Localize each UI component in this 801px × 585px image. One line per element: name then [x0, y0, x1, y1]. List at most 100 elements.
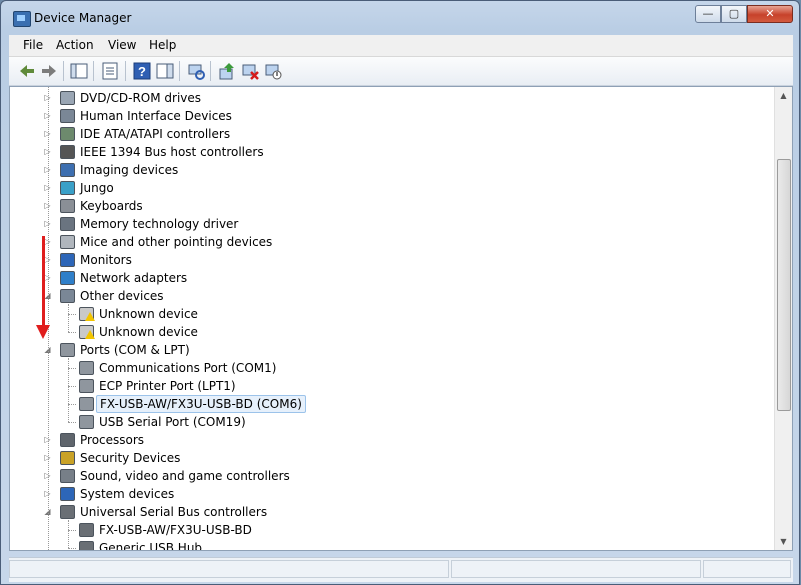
tree-item-label: Other devices [80, 289, 164, 303]
scroll-up-icon[interactable]: ▲ [776, 87, 791, 104]
memory-icon [60, 217, 75, 231]
toolbar: ? [9, 57, 793, 86]
scan-hardware-icon[interactable] [186, 61, 206, 81]
usb-icon [60, 505, 75, 519]
tree-item-label: Imaging devices [80, 163, 179, 177]
close-button[interactable]: ✕ [747, 5, 793, 23]
action-pane-icon[interactable] [155, 61, 175, 81]
tree-connector [48, 87, 49, 550]
tree-item-label: Human Interface Devices [80, 109, 232, 123]
port-icon [79, 415, 94, 429]
device-manager-window: Device Manager — ▢ ✕ File Action View He… [0, 0, 800, 585]
tree-connector [68, 520, 69, 548]
port-icon [79, 397, 94, 411]
vertical-scrollbar[interactable]: ▲ ▼ [774, 87, 792, 550]
update-driver-icon[interactable] [217, 61, 237, 81]
processor-icon [60, 433, 75, 447]
dvd-drive-icon [60, 91, 75, 105]
tree-item-label: System devices [80, 487, 175, 501]
uninstall-icon[interactable] [240, 61, 260, 81]
tree-connector [68, 368, 76, 369]
tree-item-label: FX-USB-AW/FX3U-USB-BD (COM6) [96, 395, 306, 413]
tree-connector [68, 358, 69, 422]
toolbar-separator [125, 61, 126, 81]
jungo-icon [60, 181, 75, 195]
tree-connector [68, 530, 76, 531]
maximize-button[interactable]: ▢ [721, 5, 747, 23]
tree-item-label: IEEE 1394 Bus host controllers [80, 145, 264, 159]
tree-connector [68, 548, 76, 549]
status-bar [9, 557, 793, 582]
tree-item-label: Security Devices [80, 451, 181, 465]
back-icon[interactable] [17, 61, 37, 81]
window-title: Device Manager [34, 11, 132, 25]
warning-icon [85, 312, 95, 321]
unknown-device-warning-icon [79, 325, 95, 339]
toolbar-separator [93, 61, 94, 81]
hid-icon [60, 109, 75, 123]
toolbar-separator [63, 61, 64, 81]
tree-item-label: Unknown device [99, 325, 198, 339]
menu-view[interactable]: View [108, 38, 136, 52]
menu-help[interactable]: Help [149, 38, 176, 52]
console-tree-icon[interactable] [69, 61, 89, 81]
monitor-icon [60, 253, 75, 267]
sound-icon [60, 469, 75, 483]
tree-connector [68, 314, 76, 315]
device-tree[interactable]: DVD/CD-ROM drives ▷ Human Interface Device… [9, 86, 793, 551]
unknown-device-warning-icon [79, 307, 95, 321]
forward-icon[interactable] [39, 61, 59, 81]
tree-connector [68, 404, 76, 405]
tree-item-label: Universal Serial Bus controllers [80, 505, 268, 519]
port-icon [79, 361, 94, 375]
tree-item-label: Ports (COM & LPT) [80, 343, 190, 357]
toolbar-separator [210, 61, 211, 81]
menu-file[interactable]: File [23, 38, 43, 52]
status-pane [451, 560, 701, 578]
tree-item-label: Memory technology driver [80, 217, 239, 231]
tree-connector [68, 386, 76, 387]
toolbar-separator [179, 61, 180, 81]
tree-item-label: ECP Printer Port (LPT1) [99, 379, 236, 393]
port-icon [60, 343, 75, 357]
menu-action[interactable]: Action [56, 38, 94, 52]
menu-bar: File Action View Help [9, 35, 793, 57]
status-pane [9, 560, 449, 578]
warning-icon [85, 330, 95, 339]
usb-icon [79, 541, 94, 550]
help-icon[interactable]: ? [132, 61, 152, 81]
tree-item-label: Unknown device [99, 307, 198, 321]
tree-item-label: IDE ATA/ATAPI controllers [80, 127, 231, 141]
port-icon [79, 379, 94, 393]
tree-item-label: Keyboards [80, 199, 143, 213]
device-manager-icon [13, 11, 31, 27]
tree-item-label: Mice and other pointing devices [80, 235, 273, 249]
tree-connector [68, 422, 76, 423]
other-devices-icon [60, 289, 75, 303]
tree-item-label: FX-USB-AW/FX3U-USB-BD [99, 523, 252, 537]
title-bar[interactable]: Device Manager — ▢ ✕ [1, 1, 799, 35]
minimize-button[interactable]: — [695, 5, 721, 23]
scroll-down-icon[interactable]: ▼ [776, 533, 791, 550]
tree-item-label: Sound, video and game controllers [80, 469, 290, 483]
security-key-icon [60, 451, 75, 465]
ide-controller-icon [60, 127, 75, 141]
tree-item-label: Jungo [80, 181, 114, 195]
tree-item-label: Processors [80, 433, 145, 447]
keyboard-icon [60, 199, 75, 213]
tree-item-label: Monitors [80, 253, 132, 267]
tree-item-label: Communications Port (COM1) [99, 361, 277, 375]
disable-icon[interactable] [263, 61, 283, 81]
ieee1394-icon [60, 145, 75, 159]
usb-icon [79, 523, 94, 537]
properties-icon[interactable] [100, 61, 120, 81]
camera-icon [60, 163, 75, 177]
tree-item-label: Generic USB Hub [99, 541, 203, 551]
window-controls: — ▢ ✕ [695, 5, 793, 23]
tree-item-label: Network adapters [80, 271, 188, 285]
system-devices-icon [60, 487, 75, 501]
scrollbar-thumb[interactable] [777, 159, 791, 411]
tree-connector [68, 332, 76, 333]
tree-connector [68, 304, 69, 332]
annotation-arrow-shaft [42, 236, 45, 328]
